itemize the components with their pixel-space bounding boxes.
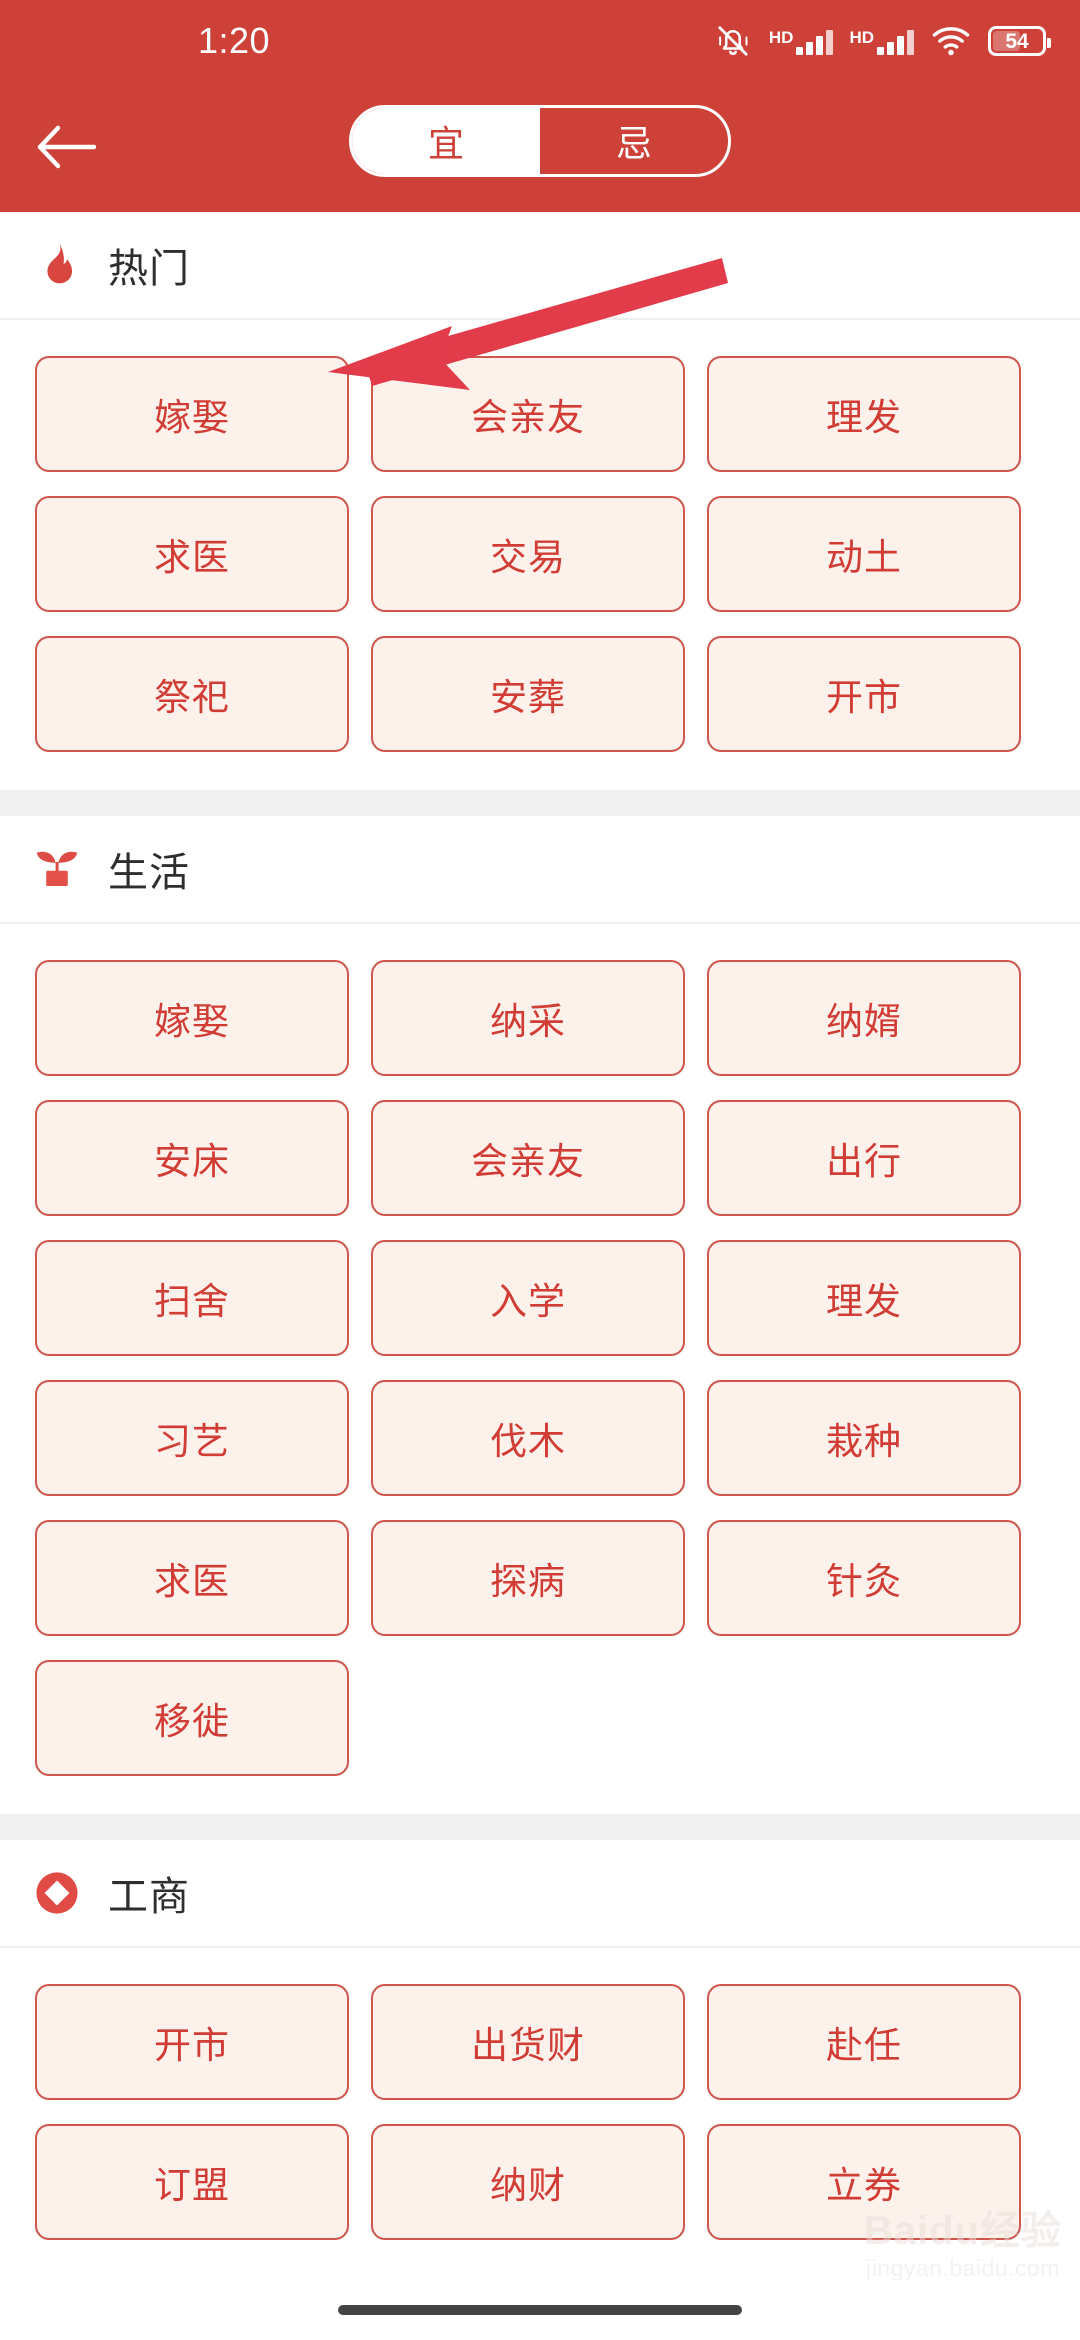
tile-item[interactable]: 求医 <box>35 1520 349 1636</box>
home-indicator[interactable] <box>338 2305 742 2315</box>
tile-grid-hot: 嫁娶 会亲友 理发 求医 交易 动土 祭祀 安葬 开市 <box>0 320 1080 790</box>
tile-item[interactable]: 开市 <box>35 1984 349 2100</box>
tile-item[interactable]: 出行 <box>707 1100 1021 1216</box>
tab-ji[interactable]: 忌 <box>540 108 728 174</box>
tab-yi[interactable]: 宜 <box>352 108 540 174</box>
section-header: 生活 <box>0 816 1080 924</box>
battery-percent: 54 <box>1005 29 1029 53</box>
section-divider <box>0 790 1080 816</box>
tile-item[interactable]: 理发 <box>707 1240 1021 1356</box>
tile-item[interactable]: 安床 <box>35 1100 349 1216</box>
tile-item[interactable]: 会亲友 <box>371 1100 685 1216</box>
section-title: 工商 <box>108 1875 190 1919</box>
section-title: 生活 <box>108 851 190 895</box>
hd-signal-icon: HD <box>769 27 834 55</box>
app-bar: 宜 忌 <box>0 82 1080 212</box>
tile-item[interactable]: 入学 <box>371 1240 685 1356</box>
yi-ji-toggle[interactable]: 宜 忌 <box>349 105 731 177</box>
hd-signal-icon: HD <box>849 27 914 55</box>
tile-item[interactable]: 纳财 <box>371 2124 685 2240</box>
tile-item[interactable]: 习艺 <box>35 1380 349 1496</box>
tile-item[interactable]: 出货财 <box>371 1984 685 2100</box>
tile-grid-life: 嫁娶 纳采 纳婿 安床 会亲友 出行 扫舍 入学 理发 习艺 伐木 栽种 求医 … <box>0 924 1080 1814</box>
back-arrow-icon <box>37 125 97 169</box>
section-business: 工商 开市 出货财 赴任 订盟 纳财 立券 <box>0 1840 1080 2278</box>
coin-icon <box>34 1870 80 1916</box>
tile-item[interactable]: 订盟 <box>35 2124 349 2240</box>
tile-item[interactable]: 探病 <box>371 1520 685 1636</box>
tile-item[interactable]: 开市 <box>707 636 1021 752</box>
section-header: 热门 <box>0 212 1080 320</box>
tile-item[interactable]: 安葬 <box>371 636 685 752</box>
tile-item[interactable]: 扫舍 <box>35 1240 349 1356</box>
home-indicator-area <box>0 2280 1080 2340</box>
section-life: 生活 嫁娶 纳采 纳婿 安床 会亲友 出行 扫舍 入学 理发 习艺 伐木 栽种 … <box>0 816 1080 1814</box>
tile-item[interactable]: 动土 <box>707 496 1021 612</box>
tile-item[interactable]: 嫁娶 <box>35 960 349 1076</box>
section-title: 热门 <box>108 247 190 291</box>
status-time: 1:20 <box>198 20 271 61</box>
tile-item[interactable]: 祭祀 <box>35 636 349 752</box>
tile-grid-business: 开市 出货财 赴任 订盟 纳财 立券 <box>0 1948 1080 2278</box>
tile-item[interactable]: 纳采 <box>371 960 685 1076</box>
hd-label: HD <box>849 28 874 47</box>
flame-icon <box>34 242 80 288</box>
tile-item[interactable]: 立券 <box>707 2124 1021 2240</box>
section-divider <box>0 1814 1080 1840</box>
back-button[interactable] <box>34 104 120 190</box>
status-icons: HD HD 54 <box>713 23 1051 59</box>
tile-item[interactable]: 伐木 <box>371 1380 685 1496</box>
section-header: 工商 <box>0 1840 1080 1948</box>
signal-bars <box>877 27 914 55</box>
tile-item[interactable]: 针灸 <box>707 1520 1021 1636</box>
sprout-icon <box>34 846 80 892</box>
tile-item[interactable]: 赴任 <box>707 1984 1021 2100</box>
tile-item[interactable]: 理发 <box>707 356 1021 472</box>
tile-item[interactable]: 移徙 <box>35 1660 349 1776</box>
tile-item[interactable]: 会亲友 <box>371 356 685 472</box>
tile-item[interactable]: 纳婿 <box>707 960 1021 1076</box>
tile-item[interactable]: 栽种 <box>707 1380 1021 1496</box>
wifi-icon <box>930 25 972 57</box>
tile-item[interactable]: 求医 <box>35 496 349 612</box>
hd-label: HD <box>768 28 794 47</box>
app-screen: 1:20 HD HD 54 宜 忌 热门 嫁娶 会亲友 理发 求医 交易 动土 … <box>0 0 1080 2340</box>
battery-icon: 54 <box>988 26 1051 56</box>
status-bar: 1:20 HD HD 54 <box>0 0 1080 82</box>
signal-bars <box>796 27 834 55</box>
tile-item[interactable]: 交易 <box>371 496 685 612</box>
bell-muted-icon <box>713 23 753 59</box>
tile-item[interactable]: 嫁娶 <box>35 356 349 472</box>
section-hot: 热门 嫁娶 会亲友 理发 求医 交易 动土 祭祀 安葬 开市 <box>0 212 1080 790</box>
